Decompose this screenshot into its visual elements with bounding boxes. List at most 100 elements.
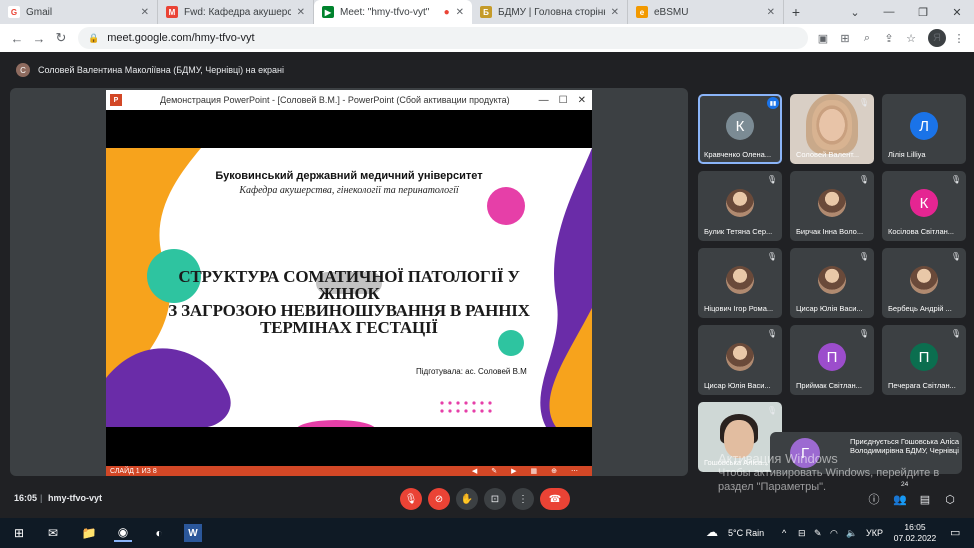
slide-title-line: СТРУКТУРА СОМАТИЧНОЇ ПАТОЛОГІЇ У ЖІНОК [178,267,520,303]
participant-tile[interactable]: К 🎙 Косілова Світлан... [882,171,966,241]
window-close-icon[interactable]: ✕ [940,0,974,24]
zoom-icon[interactable]: ⌕ [858,29,876,47]
participant-avatar [726,343,754,371]
browser-tab-strip: G Gmail ✕ M Fwd: Кафедра акушерства т ✕ … [0,0,974,24]
end-call-button[interactable]: ☎ [540,488,570,510]
participant-avatar: П [818,343,846,371]
watermark-title: Активация Windows [718,451,838,466]
participant-tile[interactable]: 🎙 Булик Тетяна Сер... [698,171,782,241]
chat-icon[interactable]: ▤ [917,491,933,507]
tab-gmail[interactable]: G Gmail ✕ [0,0,158,24]
slide-counter: СЛАЙД 1 ИЗ 8 [110,467,157,475]
address-bar[interactable]: 🔒 meet.google.com/hmy-tfvo-vyt [78,27,808,49]
forward-icon[interactable]: → [28,27,50,49]
mic-muted-icon: 🎙 [950,252,961,261]
restore-icon[interactable]: ❐ [906,0,940,24]
file-explorer-icon[interactable]: 📁 [80,524,98,542]
camera-icon[interactable]: ▣ [814,29,832,47]
more-options-button[interactable]: ⋮ [512,488,534,510]
activities-icon[interactable]: ⬡ [942,491,958,507]
participant-tile[interactable]: 🎙 Соловей Валент... [790,94,874,164]
close-icon[interactable]: ✕ [767,7,775,18]
mail-icon[interactable]: ✉ [44,524,62,542]
weather-text[interactable]: 5°C Rain [728,528,764,538]
participant-tile[interactable]: 🎙 Ніцович Ігор Рома... [698,248,782,318]
taskbar-clock[interactable]: 16:05 07.02.2022 [890,522,940,544]
recording-icon: ● [443,6,450,18]
tab-title: Gmail [26,6,53,18]
close-icon[interactable]: ✕ [141,7,149,18]
participant-count-badge: 24 [901,481,909,488]
tab-search-icon[interactable]: ⌄ [838,0,872,24]
close-icon[interactable]: ✕ [297,7,305,18]
tab-fwd[interactable]: M Fwd: Кафедра акушерства т ✕ [158,0,314,24]
weather-icon[interactable]: ☁ [706,525,718,539]
notifications-icon[interactable]: ▭ [950,526,960,539]
tab-ebsmu[interactable]: e eBSMU ✕ [628,0,784,24]
participant-tile[interactable]: Л Лілія Lilliya [882,94,966,164]
mic-muted-icon: 🎙 [766,175,777,184]
participant-tile[interactable]: К ▮▮ Кравченко Олена... [698,94,782,164]
participant-tile[interactable]: П 🎙 Печерага Світлан... [882,325,966,395]
prev-slide-icon[interactable]: ◀ [472,467,477,475]
network-icon[interactable]: ⊟ [798,528,806,539]
present-button[interactable]: ⊡ [484,488,506,510]
info-icon[interactable]: ⓘ [866,491,882,507]
mic-muted-icon: 🎙 [950,175,961,184]
reload-icon[interactable]: ↻ [50,27,72,49]
mic-muted-icon: 🎙 [950,329,961,338]
minimize-icon[interactable]: — [539,95,549,106]
language-indicator[interactable]: УКР [866,528,883,538]
window-controls: ⌄ — ❐ ✕ [838,0,974,24]
participant-name: Приймак Світлан... [796,381,862,390]
slide-sorter-icon[interactable]: ▦ [531,467,538,475]
profile-avatar[interactable]: Я [928,29,946,47]
tab-title: Meet: "hmy-tfvo-vyt" [340,6,430,18]
more-options-icon[interactable]: ⋯ [571,467,578,475]
participant-avatar [910,266,938,294]
menu-icon[interactable]: ⋮ [950,29,968,47]
word-icon[interactable]: W [184,524,202,542]
camera-off-button[interactable]: ⊘ [428,488,450,510]
participant-tile[interactable]: П 🎙 Приймак Світлан... [790,325,874,395]
volume-icon[interactable]: 🔈 [846,528,857,539]
next-slide-icon[interactable]: ▶ [511,467,516,475]
participant-avatar [818,189,846,217]
back-icon[interactable]: ← [6,27,28,49]
raise-hand-button[interactable]: ✋ [456,488,478,510]
wifi-icon[interactable]: ◠ [830,528,838,539]
mail-icon: M [166,6,178,18]
people-icon[interactable]: 👥 [892,491,908,507]
close-icon[interactable]: ✕ [578,95,586,106]
tab-meet[interactable]: ▶ Meet: "hmy-tfvo-vyt" ● ✕ [314,0,472,24]
new-tab-button[interactable]: + [784,0,808,24]
chrome-icon[interactable]: ◉ [114,524,132,542]
maximize-icon[interactable]: ☐ [559,95,568,106]
edge-icon[interactable]: ◐ [150,524,168,542]
close-icon[interactable]: ✕ [611,7,619,18]
separator: | [40,493,43,503]
participant-tile[interactable]: 🎙 Бербець Андрій ... [882,248,966,318]
minimize-icon[interactable]: — [872,0,906,24]
url-text: meet.google.com/hmy-tfvo-vyt [107,32,255,44]
zoom-icon[interactable]: ⊕ [551,467,557,475]
participant-tile[interactable]: 🎙 Цисар Юлія Васи... [698,325,782,395]
participant-tile[interactable]: 🎙 Цисар Юлія Васи... [790,248,874,318]
translate-icon[interactable]: ⊞ [836,29,854,47]
tab-bdmu[interactable]: Б БДМУ | Головна сторінка ✕ [472,0,628,24]
bookmark-icon[interactable]: ☆ [902,29,920,47]
participant-name: Цисар Юлія Васи... [704,381,771,390]
mic-off-button[interactable]: 🎙 [400,488,422,510]
share-icon[interactable]: ⇪ [880,29,898,47]
windows-taskbar: ⊞ ✉ 📁 ◉ ◐ W ☁ 5°C Rain ^ ⊟ ✎ ◠ 🔈 УКР 16:… [0,518,974,548]
pen-icon[interactable]: ✎ [814,528,822,539]
participant-tile[interactable]: 🎙 Бирчак Інна Воло... [790,171,874,241]
tray-arrow-icon[interactable]: ^ [782,528,786,538]
pointer-icon[interactable]: ✎ [491,467,497,475]
close-icon[interactable]: ✕ [456,7,464,18]
slide-author: Підготувала: ас. Соловей В.М [416,367,527,376]
windows-start-icon[interactable]: ⊞ [10,524,28,542]
participant-name: Кравченко Олена... [704,150,772,159]
watermark-line: Чтобы активировать Windows, перейдите в [718,467,940,479]
mic-muted-icon: 🎙 [766,406,777,415]
